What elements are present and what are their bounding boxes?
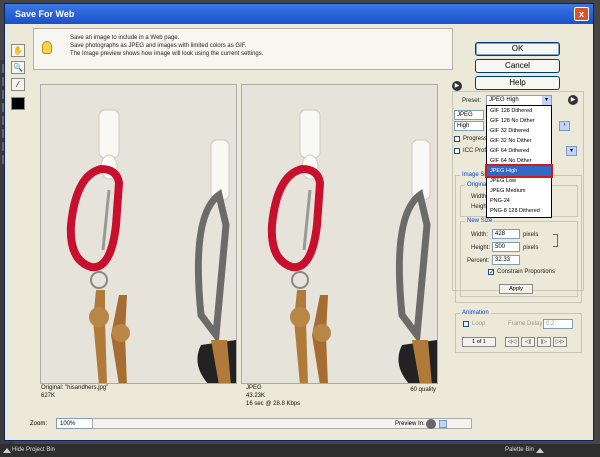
triangle-up-icon[interactable] — [536, 448, 544, 453]
preset-option[interactable]: GIF 64 Dithered — [487, 146, 551, 156]
frame-delay-select[interactable]: 0.2 — [543, 319, 573, 329]
matte-select[interactable]: ▾ — [566, 146, 577, 156]
loop-checkbox[interactable] — [463, 321, 469, 327]
preset-label: Preset: — [462, 98, 482, 104]
project-bin-bar: Hide Project Bin Palette Bin — [0, 444, 600, 457]
play-preview-icon[interactable]: ▶ — [452, 81, 462, 91]
lightbulb-icon — [42, 41, 52, 54]
help-button[interactable]: Help — [475, 76, 560, 90]
original-info: Original: "hisandhers.jpg" 627K — [41, 385, 109, 399]
preview-in-label: Preview In: — [395, 421, 425, 427]
quality-readout: 60 quality — [410, 387, 436, 393]
new-size-title: New Size — [465, 218, 495, 224]
preset-option[interactable]: GIF 128 No Dither — [487, 116, 551, 126]
keys-photo — [242, 85, 437, 383]
quality-select[interactable]: High — [454, 121, 484, 131]
preset-option[interactable]: PNG-8 128 Dithered — [487, 206, 551, 216]
chevron-down-icon[interactable]: ▾ — [567, 147, 576, 155]
optimized-preview[interactable] — [241, 84, 438, 384]
quality-arrow[interactable]: › — [559, 121, 570, 131]
previous-frame-button[interactable]: ◁| — [521, 337, 535, 347]
preset-option[interactable]: GIF 128 Dithered — [487, 106, 551, 116]
icc-profile-checkbox[interactable] — [454, 148, 460, 154]
chevron-down-icon[interactable] — [439, 420, 447, 428]
percent-label: Percent: — [467, 258, 490, 264]
hint-panel: Save an image to include in a Web page. … — [33, 28, 453, 70]
eyedropper-color-swatch[interactable] — [11, 97, 25, 110]
preset-option[interactable]: GIF 32 No Dither — [487, 136, 551, 146]
close-icon[interactable]: x — [574, 7, 589, 21]
chevron-right-icon[interactable]: › — [560, 122, 569, 130]
title-bar: Save For Web x — [5, 4, 593, 24]
palette-bin-button[interactable]: Palette Bin — [505, 447, 534, 453]
preset-option-selected[interactable]: JPEG High — [485, 164, 553, 178]
hide-project-bin-button[interactable]: Hide Project Bin — [12, 447, 55, 453]
original-preview[interactable] — [40, 84, 237, 384]
format-select[interactable]: JPEG — [454, 110, 484, 120]
browser-icon[interactable] — [426, 419, 436, 429]
zoom-label: Zoom: — [30, 421, 48, 427]
ok-button[interactable]: OK — [475, 42, 560, 56]
loop-label: Loop — [472, 321, 486, 327]
preset-option[interactable]: GIF 64 No Dither — [487, 156, 551, 166]
optimized-info: JPEG 43.23K 16 sec @ 28.8 Kbps 60 qualit… — [246, 385, 436, 407]
preset-option[interactable]: JPEG Medium — [487, 186, 551, 196]
preset-option[interactable]: PNG-24 — [487, 196, 551, 206]
percent-input[interactable]: 32.33 — [492, 255, 520, 265]
chevron-down-icon[interactable]: ▾ — [542, 96, 551, 105]
constrain-proportions-checkbox[interactable]: ✓ — [488, 269, 494, 276]
hint-text: Save an image to include in a Web page. … — [70, 35, 264, 57]
first-frame-button[interactable]: ◁◁ — [505, 337, 519, 347]
width-unit: pixels — [523, 232, 539, 238]
cancel-button[interactable]: Cancel — [475, 59, 560, 73]
frame-counter: 1 of 1 — [462, 337, 496, 347]
eyedropper-icon[interactable]: ⁄ — [11, 78, 25, 91]
optimize-menu-icon[interactable]: ▶ — [568, 95, 578, 105]
new-height-label: Height: — [471, 245, 491, 251]
preset-option[interactable]: JPEG Low — [487, 176, 551, 186]
frame-delay-label: Frame Delay: — [508, 321, 545, 327]
hand-tool-icon[interactable]: ✋ — [11, 44, 25, 57]
triangle-up-icon[interactable] — [3, 448, 11, 453]
constrain-proportions-label: Constrain Proportions — [497, 269, 556, 275]
new-width-label: Width: — [471, 232, 489, 238]
apply-button[interactable]: Apply — [499, 284, 533, 294]
dialog-toolbox: ✋ 🔍 ⁄ — [11, 44, 31, 110]
last-frame-button[interactable]: ▷▷ — [553, 337, 567, 347]
dialog-title: Save For Web — [15, 9, 75, 19]
height-input[interactable]: 500 — [492, 242, 520, 252]
preset-option[interactable]: GIF 32 Dithered — [487, 126, 551, 136]
height-unit: pixels — [523, 245, 539, 251]
zoom-control: Zoom: 100% ▾ — [30, 418, 111, 429]
keys-photo — [41, 85, 236, 383]
animation-title: Animation — [460, 310, 491, 316]
preset-dropdown-list[interactable]: GIF 128 Dithered GIF 128 No Dither GIF 3… — [485, 105, 553, 218]
link-proportions-icon — [553, 234, 558, 247]
zoom-tool-icon[interactable]: 🔍 — [11, 61, 25, 74]
width-input[interactable]: 428 — [492, 229, 520, 239]
next-frame-button[interactable]: |▷ — [537, 337, 551, 347]
progressive-checkbox[interactable] — [454, 136, 460, 142]
original-width-label: Width — [471, 194, 487, 200]
